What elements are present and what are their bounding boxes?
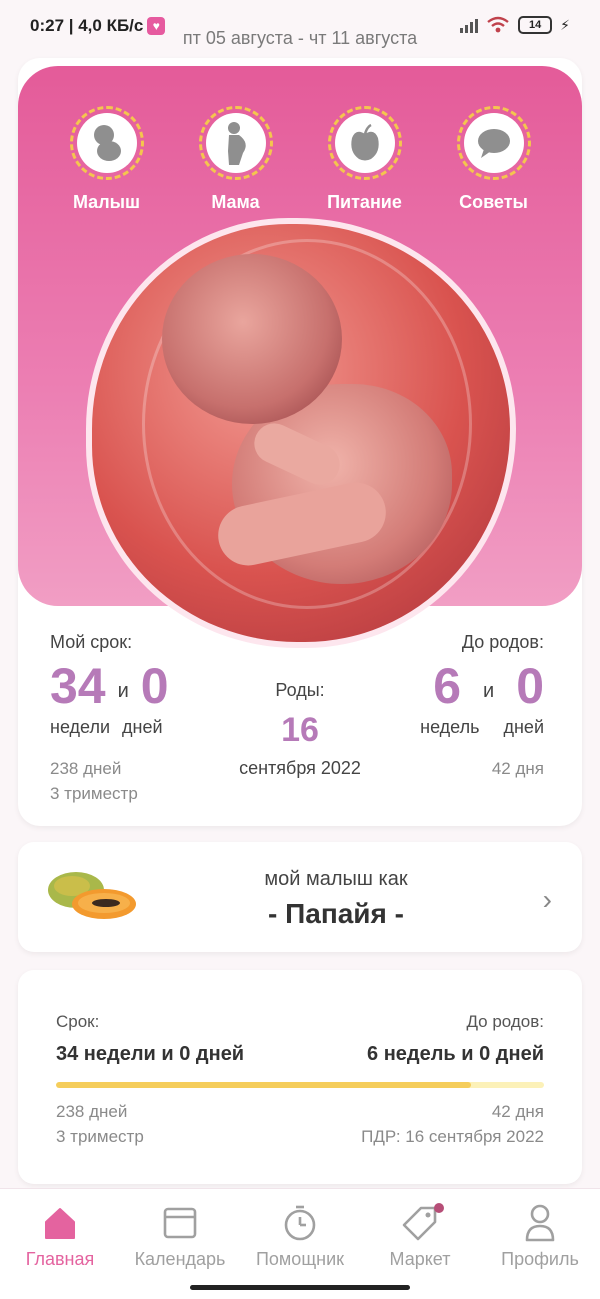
category-nutrition-ring xyxy=(327,106,402,180)
baby-size-card[interactable]: мой малыш как - Папайя - › xyxy=(18,842,582,952)
until-conj: и xyxy=(483,680,495,702)
category-menu: Малыш Мама Питание Советы xyxy=(18,106,582,213)
until-birth-block: До родов: 6 и 0 недель дней 42 дня xyxy=(374,632,544,781)
category-label: Малыш xyxy=(72,192,141,212)
bottom-navigation: Главная Календарь Помощник Маркет Профил… xyxy=(0,1188,600,1299)
pregnancy-progress-bar xyxy=(56,1082,544,1088)
category-nutrition-circle xyxy=(334,113,395,173)
until-total-days: 42 дня xyxy=(491,759,544,778)
until-days: 0 xyxy=(516,658,544,714)
due-month-year: сентября 2022 xyxy=(239,758,361,778)
progress-labels: Срок: До родов: xyxy=(56,1012,544,1032)
category-label: Мама xyxy=(211,192,260,212)
nav-label: Помощник xyxy=(255,1249,344,1269)
baby-size-subtitle: мой малыш как xyxy=(264,868,408,890)
progress-edd: ПДР: 16 сентября 2022 xyxy=(361,1127,544,1146)
chevron-right-icon: › xyxy=(542,884,552,915)
baby-size-title: - Папайя - xyxy=(268,898,404,929)
progress-trimester: 3 триместр xyxy=(56,1127,144,1146)
category-baby[interactable]: Малыш xyxy=(52,106,162,213)
category-mom-circle xyxy=(205,113,266,173)
until-days-unit: дней xyxy=(503,717,544,737)
progress-sub-row-2: 3 триместр ПДР: 16 сентября 2022 xyxy=(56,1127,544,1147)
nav-label: Профиль xyxy=(501,1249,579,1269)
profile-icon xyxy=(520,1203,560,1243)
nav-label: Календарь xyxy=(134,1249,226,1269)
until-units: недель дней xyxy=(374,717,544,738)
category-label: Питание xyxy=(327,192,402,212)
until-weeks-unit: недель xyxy=(420,717,480,737)
chat-bubble-icon xyxy=(477,129,510,158)
category-tips-ring xyxy=(456,106,531,180)
pregnancy-progress-fill xyxy=(56,1082,471,1088)
notification-dot xyxy=(434,1203,444,1213)
term-trimester: 3 триместр xyxy=(50,784,138,803)
due-date-block: Роды: 16 сентября 2022 xyxy=(200,680,400,779)
fetus-illustration[interactable] xyxy=(86,218,516,648)
category-tips-circle xyxy=(463,113,524,173)
progress-remaining-days: 42 дня xyxy=(491,1102,544,1121)
nav-profile[interactable]: Профиль xyxy=(480,1203,600,1299)
category-baby-circle xyxy=(76,113,137,173)
category-label: Советы xyxy=(459,192,528,212)
due-label: Роды: xyxy=(275,680,325,700)
home-indicator xyxy=(190,1285,410,1290)
term-conj: и xyxy=(117,680,129,702)
timer-icon xyxy=(280,1203,320,1243)
nav-label: Главная xyxy=(25,1249,95,1269)
date-range[interactable]: пт 05 августа - чт 11 августа xyxy=(0,28,600,49)
nav-home[interactable]: Главная xyxy=(0,1203,120,1299)
nav-label: Маркет xyxy=(389,1249,451,1269)
until-birth-label: До родов: xyxy=(461,632,544,652)
home-icon xyxy=(40,1203,80,1243)
calendar-icon xyxy=(160,1203,200,1243)
progress-term-value: 34 недели и 0 дней xyxy=(56,1043,245,1065)
until-weeks: 6 xyxy=(433,658,462,714)
pregnant-mother-icon xyxy=(227,122,246,165)
progress-until-value: 6 недель и 0 дней xyxy=(367,1043,544,1065)
progress-days: 238 дней xyxy=(56,1102,128,1121)
progress-card: Срок: До родов: 34 недели и 0 дней 6 нед… xyxy=(18,970,582,1184)
pregnancy-overview-card: Малыш Мама Питание Советы Мой срок: 34 и… xyxy=(18,58,582,826)
term-days-unit: дней xyxy=(122,717,163,737)
progress-term-label: Срок: xyxy=(56,1012,100,1031)
progress-sub-row-1: 238 дней 42 дня xyxy=(56,1102,544,1122)
category-nutrition[interactable]: Питание xyxy=(310,106,420,213)
fetus-head xyxy=(162,254,342,424)
category-mom-ring xyxy=(198,106,273,180)
progress-values: 34 недели и 0 дней 6 недель и 0 дней xyxy=(56,1043,544,1066)
status-bar: 0:27 | 4,0 КБ/с ♥ 14 ⚡ пт 05 августа - ч… xyxy=(0,0,600,56)
progress-until-label: До родов: xyxy=(466,1012,544,1031)
apple-icon xyxy=(350,124,379,161)
baby-icon xyxy=(93,125,121,161)
category-tips[interactable]: Советы xyxy=(439,106,549,213)
category-baby-ring xyxy=(69,106,144,180)
term-days: 0 xyxy=(140,658,169,714)
my-term-label: Мой срок: xyxy=(50,632,133,652)
term-weeks: 34 xyxy=(50,658,106,714)
category-mom[interactable]: Мама xyxy=(181,106,291,213)
until-birth-value: 6 и 0 xyxy=(374,661,544,711)
term-weeks-unit: недели xyxy=(50,717,111,737)
due-day: 16 xyxy=(281,711,319,749)
